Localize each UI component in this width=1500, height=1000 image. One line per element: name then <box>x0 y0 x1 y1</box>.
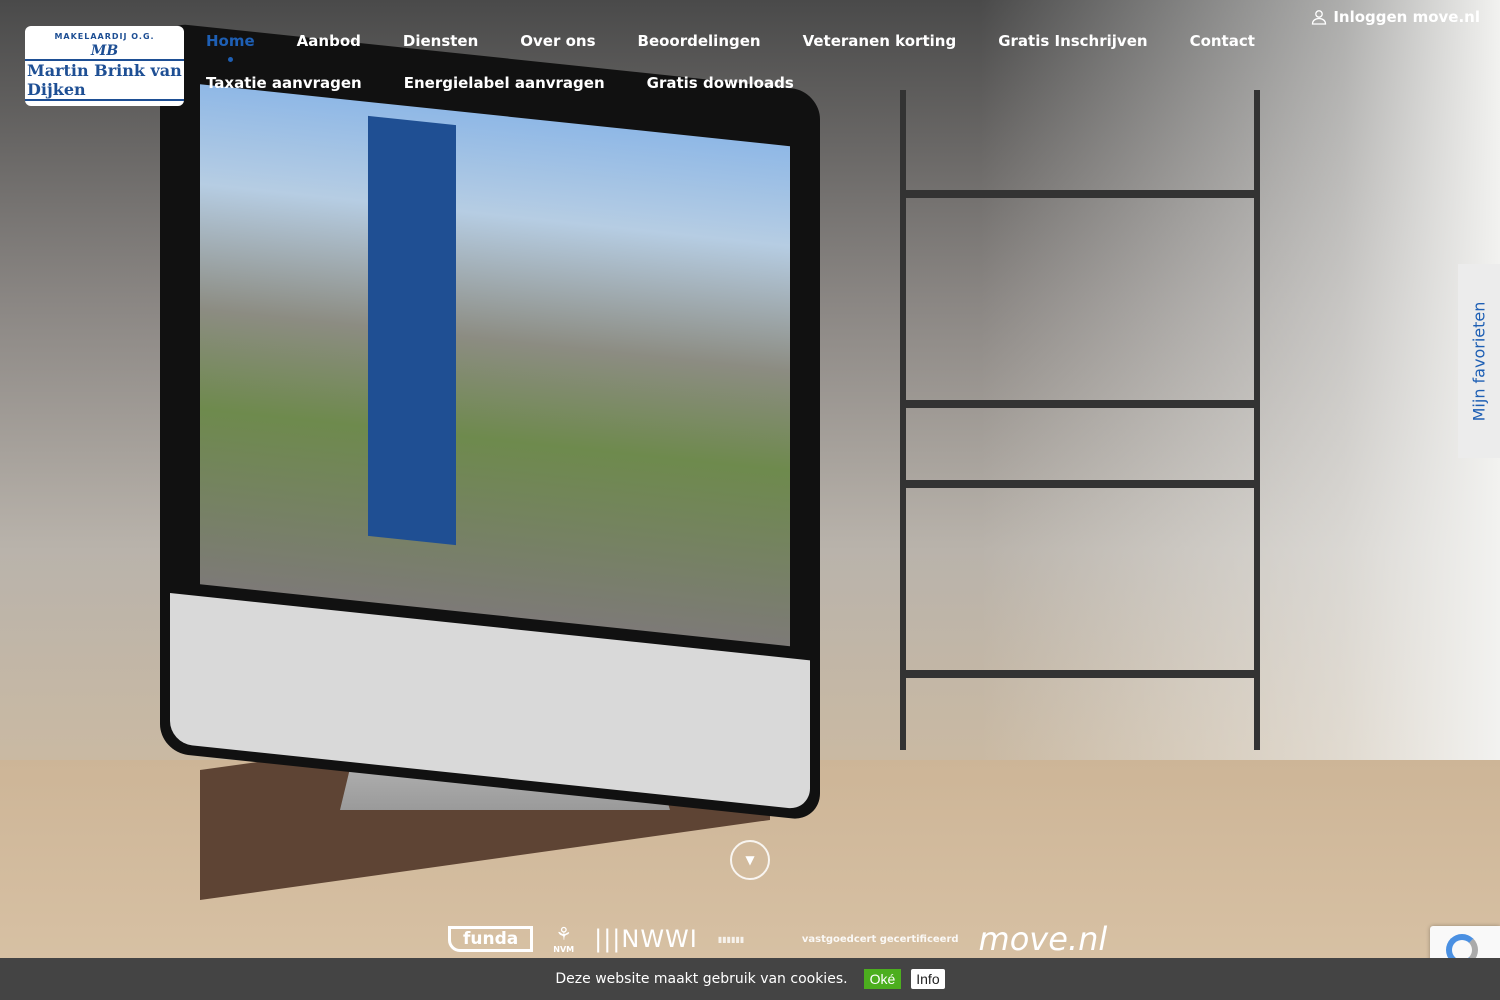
cookie-info-button[interactable]: Info <box>911 969 945 989</box>
login-label: Inloggen move.nl <box>1333 8 1480 26</box>
nav-veteranen-korting[interactable]: Veteranen korting <box>803 30 957 52</box>
nav-taxatie-aanvragen[interactable]: Taxatie aanvragen <box>206 72 362 94</box>
nav-diensten[interactable]: Diensten <box>403 30 478 52</box>
main-nav: Home Aanbod Diensten Over ons Beoordelin… <box>206 30 1366 94</box>
vastgoedcert-logo[interactable]: vastgoedcert gecertificeerd <box>802 934 959 945</box>
nav-contact[interactable]: Contact <box>1190 30 1255 52</box>
favorites-tab[interactable]: Mijn favorieten <box>1458 264 1500 458</box>
favorites-label: Mijn favorieten <box>1469 301 1489 421</box>
nwwi-logo[interactable]: |||NWWI <box>594 925 698 953</box>
login-link[interactable]: Inloggen move.nl <box>1311 8 1480 26</box>
logo-mark: MB <box>90 42 119 59</box>
nvm-logo[interactable]: ⚘ NVM <box>553 924 574 954</box>
nav-beoordelingen[interactable]: Beoordelingen <box>638 30 761 52</box>
user-icon <box>1312 10 1327 25</box>
background-shelf <box>900 90 1260 750</box>
cookie-text: Deze website maakt gebruik van cookies. <box>555 971 848 987</box>
hero-monitor-image <box>160 22 820 822</box>
nav-gratis-downloads[interactable]: Gratis downloads <box>647 72 794 94</box>
nav-energielabel-aanvragen[interactable]: Energielabel aanvragen <box>404 72 605 94</box>
register-logo[interactable]: ▮▮▮▮▮▮ <box>718 935 782 944</box>
nav-over-ons[interactable]: Over ons <box>520 30 595 52</box>
nav-gratis-inschrijven[interactable]: Gratis Inschrijven <box>998 30 1147 52</box>
move-logo[interactable]: move.nl <box>979 920 1108 958</box>
logo-name: Martin Brink van Dijken <box>25 58 184 101</box>
site-logo[interactable]: MAKELAARDIJ O.G. MB Martin Brink van Dij… <box>25 26 184 106</box>
chevron-down-icon: ▼ <box>745 853 755 867</box>
cookie-bar: Deze website maakt gebruik van cookies. … <box>0 958 1500 1000</box>
scroll-down-button[interactable]: ▼ <box>730 840 770 880</box>
nav-aanbod[interactable]: Aanbod <box>297 30 361 52</box>
cookie-accept-button[interactable]: Oké <box>863 969 902 989</box>
funda-logo[interactable]: funda <box>448 926 534 952</box>
partner-logos: funda ⚘ NVM |||NWWI ▮▮▮▮▮▮ vastgoedcert g… <box>448 920 1107 958</box>
logo-tagline: MAKELAARDIJ O.G. <box>54 31 155 41</box>
nav-home[interactable]: Home <box>206 30 255 62</box>
